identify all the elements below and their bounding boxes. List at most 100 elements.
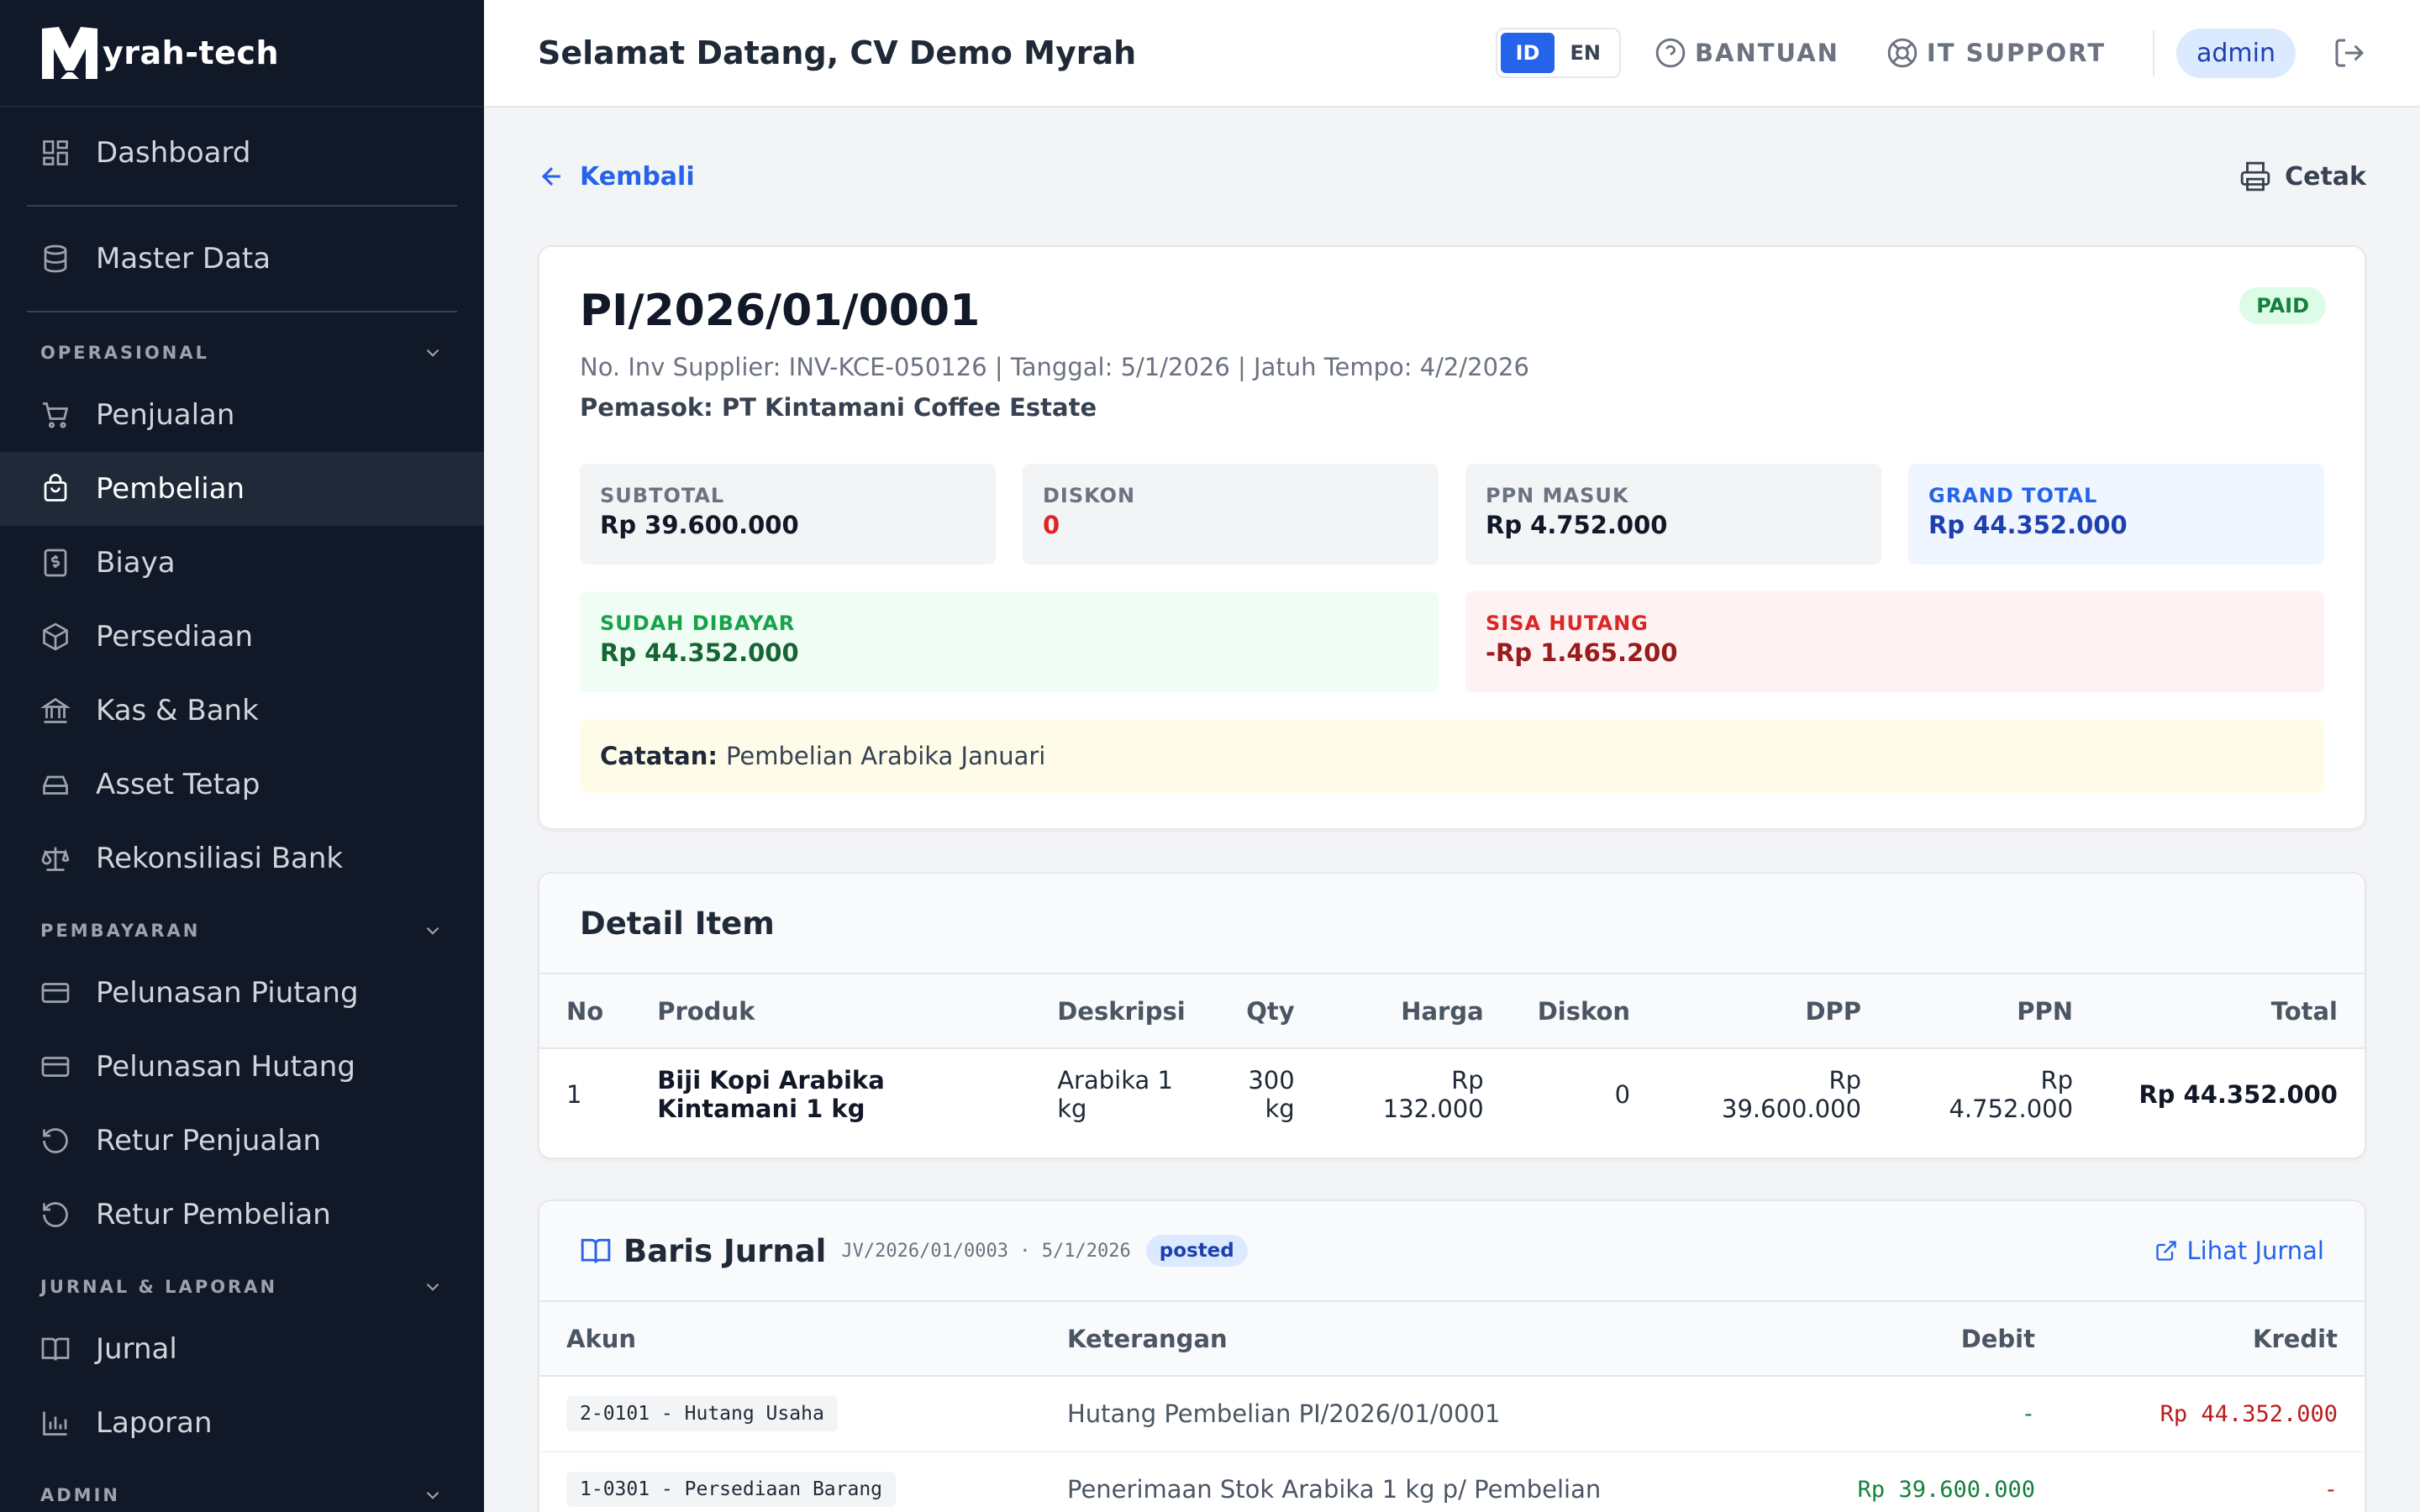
chevron-down-icon [426, 927, 439, 935]
print-button[interactable]: Cetak [2239, 160, 2366, 192]
invoice-note: Catatan: Pembelian Arabika Januari [580, 719, 2324, 793]
nav-section-admin[interactable]: ADMIN [0, 1470, 484, 1512]
sidebar-item-label: Asset Tetap [96, 768, 260, 801]
view-journal-link[interactable]: Lihat Jurnal [2154, 1236, 2324, 1265]
paid-label: SUDAH DIBAYAR [600, 612, 796, 635]
nav-section-jurnal-laporan[interactable]: JURNAL & LAPORAN [0, 1262, 484, 1312]
header-separator [2153, 29, 2154, 76]
col-total: Total [2100, 974, 2365, 1049]
sidebar-item-rekonsiliasi-bank[interactable]: Rekonsiliasi Bank [0, 822, 484, 895]
paid-box: SUDAH DIBAYAR Rp 44.352.000 [580, 591, 1439, 692]
grand-total-box: GRAND TOTAL Rp 44.352.000 [1908, 464, 2324, 564]
sidebar-item-label: Penjualan [96, 398, 235, 432]
section-title: PEMBAYARAN [40, 921, 201, 941]
remaining-debt-label: SISA HUTANG [1486, 612, 1649, 635]
subtotal-value: Rp 39.600.000 [600, 511, 799, 539]
sidebar-item-master-data[interactable]: Master Data [0, 222, 484, 296]
grand-total-label: GRAND TOTAL [1928, 484, 2098, 507]
sidebar-item-penjualan[interactable]: Penjualan [0, 378, 484, 452]
main-content: Kembali Cetak PI/2026/01/0001 PAID No. I… [538, 108, 2366, 1512]
sidebar-item-laporan[interactable]: Laporan [0, 1386, 484, 1460]
col-dpp: DPP [1657, 974, 1889, 1049]
col-debit: Debit [1776, 1302, 2062, 1377]
sidebar-item-jurnal[interactable]: Jurnal [0, 1312, 484, 1386]
vat-label: PPN MASUK [1486, 484, 1629, 507]
journal-header: Baris Jurnal JV/2026/01/0003 · 5/1/2026 … [539, 1201, 2365, 1302]
col-kredit: Kredit [2062, 1302, 2365, 1377]
journal-status-badge: posted [1145, 1235, 1248, 1267]
col-harga: Harga [1321, 974, 1511, 1049]
sidebar-item-pelunasan-hutang[interactable]: Pelunasan Hutang [0, 1030, 484, 1104]
journal-table: Akun Keterangan Debit Kredit 2-0101 - Hu… [539, 1302, 2365, 1512]
remaining-debt-value: -Rp 1.465.200 [1486, 638, 1678, 667]
chevron-down-icon [426, 349, 439, 357]
cell-deskripsi: Arabika 1 kg [1057, 1066, 1173, 1123]
table-row[interactable]: 2-0101 - Hutang Usaha Hutang Pembelian P… [539, 1376, 2365, 1452]
subtotal-box: SUBTOTAL Rp 39.600.000 [580, 464, 996, 564]
sidebar-item-asset-tetap[interactable]: Asset Tetap [0, 748, 484, 822]
lang-id-button[interactable]: ID [1500, 33, 1555, 73]
sidebar-item-kas-bank[interactable]: Kas & Bank [0, 674, 484, 748]
sidebar-item-label: Kas & Bank [96, 694, 259, 727]
cell-no: 1 [566, 1080, 582, 1109]
divider [27, 205, 457, 207]
cell-akun: 1-0301 - Persediaan Barang [539, 1452, 1040, 1512]
note-text: Pembelian Arabika Januari [725, 742, 1046, 770]
table-row[interactable]: 1 Biji Kopi Arabika Kintamani 1 kg Arabi… [539, 1048, 2365, 1140]
account-chip: 1-0301 - Persediaan Barang [566, 1472, 897, 1507]
cell-akun: 2-0101 - Hutang Usaha [539, 1376, 1040, 1452]
sidebar-item-retur-pembelian[interactable]: Retur Pembelian [0, 1178, 484, 1252]
book-open-icon [581, 1238, 611, 1263]
cell-debit: - [1776, 1376, 2062, 1452]
box-icon [43, 622, 68, 651]
chevron-down-icon [426, 1491, 439, 1499]
help-circle-icon [1655, 38, 1686, 68]
sidebar-item-pembelian[interactable]: Pembelian [0, 452, 484, 526]
journal-lines-card: Baris Jurnal JV/2026/01/0003 · 5/1/2026 … [538, 1200, 2366, 1512]
sidebar-item-retur-penjualan[interactable]: Retur Penjualan [0, 1104, 484, 1178]
table-row[interactable]: 1-0301 - Persediaan Barang Penerimaan St… [539, 1452, 2365, 1512]
it-support-link[interactable]: IT SUPPORT [1886, 37, 2106, 69]
divider [27, 311, 457, 312]
detail-item-header: Detail Item [539, 874, 2365, 974]
logout-icon[interactable] [2333, 36, 2366, 70]
database-icon [44, 244, 67, 273]
dashboard-icon [43, 140, 68, 165]
undo-icon [43, 1128, 68, 1153]
section-title: ADMIN [40, 1485, 120, 1505]
invoice-summary-card: PI/2026/01/0001 PAID No. Inv Supplier: I… [538, 245, 2366, 830]
printer-icon [2240, 161, 2270, 192]
receipt-icon [44, 549, 67, 577]
nav-section-operasional[interactable]: OPERASIONAL [0, 328, 484, 378]
cell-total: Rp 44.352.000 [2139, 1080, 2338, 1109]
header-actions: ID EN BANTUAN IT SUPPORT admin [1495, 28, 2366, 78]
nav-section-pembayaran[interactable]: PEMBAYARAN [0, 906, 484, 956]
sidebar-item-dashboard[interactable]: Dashboard [0, 116, 484, 190]
table-header-row: Akun Keterangan Debit Kredit [539, 1302, 2365, 1377]
print-label: Cetak [2285, 161, 2366, 192]
sidebar-item-persediaan[interactable]: Persediaan [0, 600, 484, 674]
brand[interactable]: yrah-tech [0, 0, 484, 108]
sidebar-item-label: Retur Pembelian [96, 1198, 331, 1231]
col-ppn: PPN [1888, 974, 2101, 1049]
cell-ppn: Rp 4.752.000 [1949, 1066, 2074, 1123]
detail-item-title: Detail Item [580, 905, 775, 942]
back-label: Kembali [580, 161, 695, 192]
note-label: Catatan: [600, 742, 718, 770]
sidebar-item-biaya[interactable]: Biaya [0, 526, 484, 600]
totals-row: SUBTOTAL Rp 39.600.000 DISKON 0 PPN MASU… [580, 464, 2324, 564]
chevron-down-icon [426, 1283, 439, 1291]
invoice-number: PI/2026/01/0001 [580, 286, 981, 336]
language-switch: ID EN [1495, 28, 1621, 78]
shopping-bag-icon [44, 474, 67, 501]
section-title: OPERASIONAL [40, 343, 210, 363]
page-toolbar: Kembali Cetak [538, 108, 2366, 245]
back-button[interactable]: Kembali [538, 162, 695, 192]
discount-box: DISKON 0 [1023, 464, 1439, 564]
user-badge[interactable]: admin [2176, 28, 2296, 78]
grand-total-value: Rp 44.352.000 [1928, 511, 2128, 539]
sidebar-item-pelunasan-piutang[interactable]: Pelunasan Piutang [0, 956, 484, 1030]
help-link[interactable]: BANTUAN [1655, 37, 1839, 69]
lang-en-button[interactable]: EN [1555, 33, 1615, 73]
payment-row: SUDAH DIBAYAR Rp 44.352.000 SISA HUTANG … [580, 591, 2324, 692]
